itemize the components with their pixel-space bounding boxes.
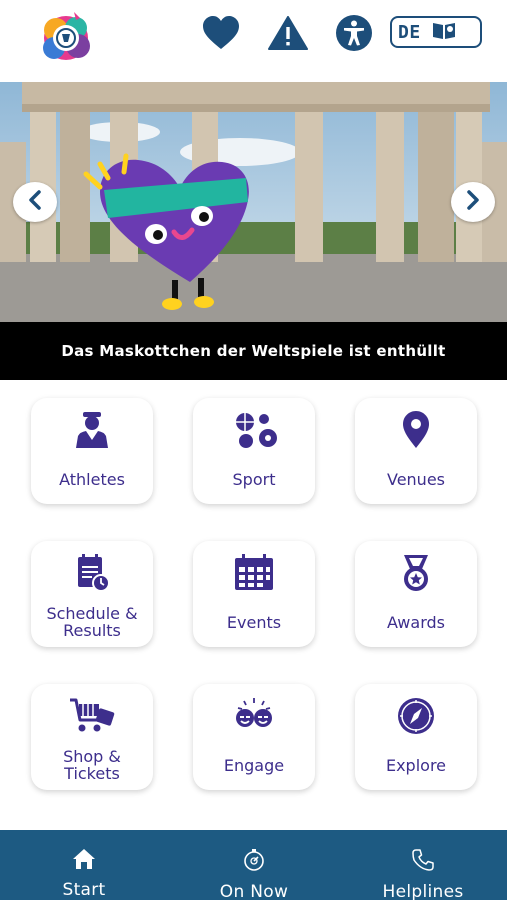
nav-label: Helplines — [382, 882, 464, 900]
carousel-prev-button[interactable] — [13, 182, 57, 222]
tile-schedule-results[interactable]: Schedule & Results — [31, 541, 153, 647]
tile-sport[interactable]: Sport — [193, 398, 315, 504]
tile-shop-tickets[interactable]: Shop & Tickets — [31, 684, 153, 790]
chevron-left-icon — [27, 190, 43, 214]
hero-banner[interactable] — [0, 82, 507, 322]
language-label: DE — [398, 21, 421, 43]
banner-caption-bar[interactable]: Das Maskottchen der Weltspiele ist enthü… — [0, 322, 507, 380]
brandenburg-gate-mascot-image — [0, 82, 507, 322]
tile-label: Schedule & Results — [46, 604, 138, 640]
location-pin-icon — [392, 410, 440, 454]
carousel-next-button[interactable] — [451, 182, 495, 222]
tile-label: Sport — [232, 469, 276, 489]
calendar-icon — [230, 553, 278, 597]
tile-engage[interactable]: Engage — [193, 684, 315, 790]
athlete-icon — [68, 410, 116, 454]
tile-label: Awards — [387, 612, 445, 632]
nav-label: On Now — [219, 882, 289, 900]
app-header: DE — [0, 0, 507, 70]
home-icon — [72, 848, 96, 874]
tile-label: Venues — [386, 469, 445, 489]
special-olympics-logo[interactable] — [34, 8, 98, 64]
language-switch-button[interactable]: DE — [390, 16, 482, 48]
tile-explore[interactable]: Explore — [355, 684, 477, 790]
tile-athletes[interactable]: Athletes — [31, 398, 153, 504]
schedule-icon — [68, 553, 116, 597]
engage-icon — [230, 696, 278, 740]
bottom-navigation: Start On Now Helplines — [0, 830, 507, 900]
tile-events[interactable]: Events — [193, 541, 315, 647]
tile-label: Shop & Tickets — [63, 747, 121, 783]
chevron-right-icon — [465, 190, 481, 214]
book-icon — [431, 20, 457, 44]
tile-label: Engage — [223, 755, 285, 775]
nav-label: Start — [62, 880, 106, 900]
compass-icon — [392, 696, 440, 740]
shopping-cart-icon — [68, 696, 116, 740]
tile-label: Explore — [385, 755, 447, 775]
tile-awards[interactable]: Awards — [355, 541, 477, 647]
medal-icon — [392, 553, 440, 597]
tile-label: Athletes — [59, 469, 125, 489]
phone-icon — [411, 848, 435, 876]
tile-label: Events — [226, 612, 282, 632]
accessibility-icon[interactable] — [334, 14, 374, 52]
banner-caption: Das Maskottchen der Weltspiele ist enthü… — [61, 342, 446, 360]
heart-icon[interactable] — [200, 14, 242, 52]
warning-icon[interactable] — [266, 14, 310, 52]
nav-on-now[interactable]: On Now — [204, 830, 304, 900]
nav-start[interactable]: Start — [44, 830, 124, 900]
sport-balls-icon — [230, 410, 278, 454]
nav-helplines[interactable]: Helplines — [372, 830, 474, 900]
stopwatch-icon — [242, 848, 266, 876]
tile-venues[interactable]: Venues — [355, 398, 477, 504]
